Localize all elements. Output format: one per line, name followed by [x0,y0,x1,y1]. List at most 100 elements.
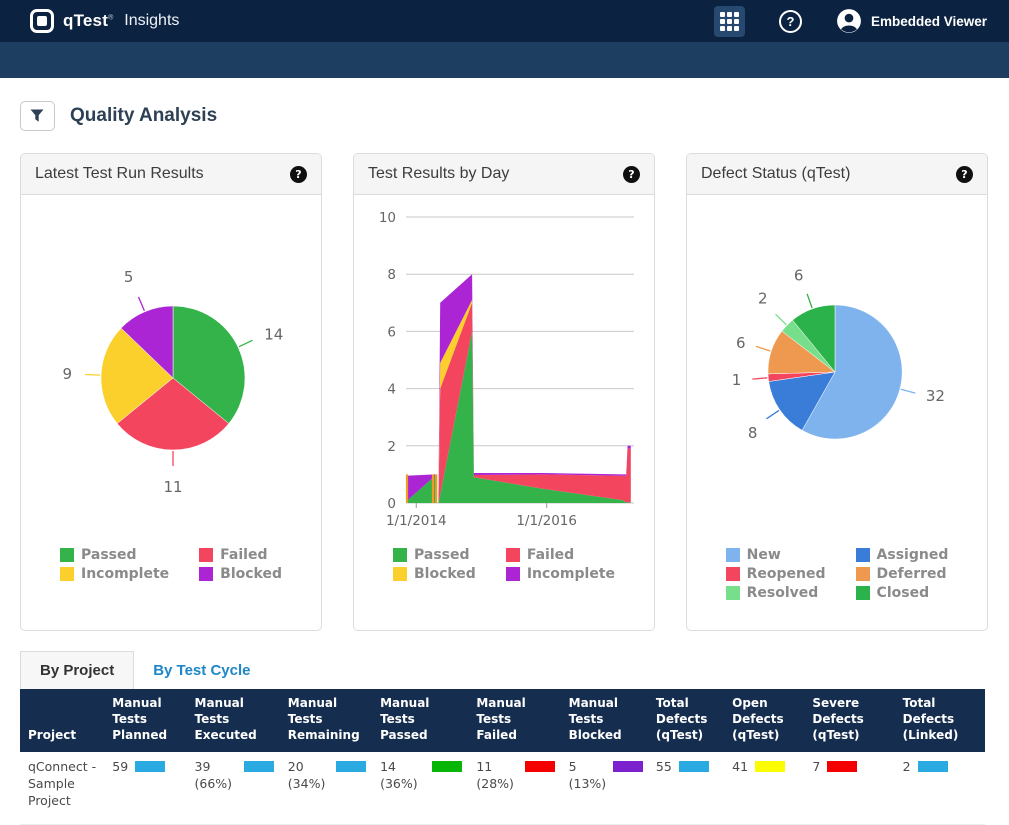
legend-swatch [199,548,213,562]
legend-item-passed[interactable]: Passed [60,547,169,563]
y-axis-tick-label: 4 [387,382,396,398]
metric-cell: 41 [724,752,804,824]
legend-item-passed[interactable]: Passed [393,547,476,563]
top-navbar: qTest® Insights ? Embedded Viewer [0,0,1009,42]
legend-item-deferred[interactable]: Deferred [856,566,949,582]
legend-label: Blocked [220,566,282,582]
pie-label-line [752,378,767,379]
pie-data-label: 6 [736,334,746,352]
qtest-logo[interactable]: qTest® Insights [30,9,179,33]
metric-bar [432,761,462,772]
legend-swatch [726,567,740,581]
y-axis-tick-label: 8 [387,268,396,284]
brand-name: qTest® [63,11,113,31]
x-axis-tick-label: 1/1/2014 [386,513,447,529]
pie-data-label: 11 [163,478,182,496]
legend-item-blocked[interactable]: Blocked [393,566,476,582]
metric-value: 2 [903,759,911,776]
legend-label: Blocked [414,566,476,582]
legend-item-incomplete[interactable]: Incomplete [506,566,615,582]
table-header-cell: Manual Tests Passed [372,689,468,752]
metric-value: 59 [112,759,128,776]
user-menu[interactable]: Embedded Viewer [836,8,987,34]
pie-data-label: 1 [732,371,742,389]
pie-chart-latest-results[interactable]: 141195 [21,195,321,547]
legend-label: Deferred [877,566,947,582]
metric-cell: 2 [895,752,985,824]
help-icon[interactable]: ? [779,10,802,33]
apps-grid-icon[interactable] [714,6,745,37]
legend-label: Incomplete [527,566,615,582]
legend-swatch [393,567,407,581]
pie-label-line [807,294,812,308]
project-metrics-table: ProjectManual Tests Planned Manual Tests … [20,689,985,824]
table-header-cell: Manual Tests Remaining [280,689,372,752]
legend-label: Failed [527,547,574,563]
legend-swatch [726,548,740,562]
metric-cell: 59 [104,752,186,824]
legend-item-failed[interactable]: Failed [199,547,282,563]
legend-item-resolved[interactable]: Resolved [726,585,826,601]
card-help-icon[interactable]: ? [956,166,973,183]
legend-swatch [60,548,74,562]
y-axis-tick-label: 0 [387,496,396,512]
pie-data-label: 6 [794,267,804,285]
tab-by-project[interactable]: By Project [20,651,134,689]
metric-cell: 11 (28%) [468,752,560,824]
metric-value: 5 (13%) [569,759,607,793]
pie-chart-defect-status[interactable]: 3281626 [687,195,987,547]
filter-funnel-icon [30,109,45,123]
metric-value: 11 (28%) [476,759,517,793]
avatar-icon [836,8,862,34]
legend-label: Resolved [747,585,819,601]
table-header-cell: Severe Defects (qTest) [804,689,894,752]
legend-item-closed[interactable]: Closed [856,585,949,601]
legend-label: New [747,547,781,563]
card-test-results-by-day: Test Results by Day ? 02468101/1/20141/1… [353,153,655,631]
area-stripe [435,475,437,504]
legend-label: Closed [877,585,930,601]
x-axis-tick-label: 1/1/2016 [516,513,577,529]
metric-cell: 14 (36%) [372,752,468,824]
secondary-navbar [0,42,1009,78]
pie-data-label: 8 [748,425,758,443]
product-name: Insights [124,12,179,30]
legend-swatch [856,567,870,581]
project-name-cell: qConnect - Sample Project [20,752,104,824]
table-header-cell: Manual Tests Planned [104,689,186,752]
metric-cell: 5 (13%) [561,752,648,824]
card-help-icon[interactable]: ? [623,166,640,183]
card-defect-status: Defect Status (qTest) ? 3281626 NewAssig… [686,153,988,631]
legend-item-blocked[interactable]: Blocked [199,566,282,582]
pie-label-line [767,411,779,419]
metric-bar [613,761,643,772]
pie-data-label: 32 [926,387,945,405]
table-row: qConnect - Sample Project5939 (66%)20 (3… [20,752,985,824]
area-chart-results-by-day[interactable]: 02468101/1/20141/1/2016 [354,195,654,547]
chart-legend: Passed Failed Blocked Incomplete [354,547,654,582]
table-header-cell: Total Defects (Linked) [895,689,985,752]
report-tabs: By Project By Test Cycle [20,651,989,689]
legend-item-reopened[interactable]: Reopened [726,566,826,582]
y-axis-tick-label: 10 [379,210,396,226]
pie-label-line [239,341,253,347]
pie-data-label: 5 [124,269,134,287]
legend-item-assigned[interactable]: Assigned [856,547,949,563]
user-name: Embedded Viewer [871,14,987,29]
pie-label-line [756,347,770,352]
legend-item-failed[interactable]: Failed [506,547,615,563]
page-title: Quality Analysis [70,105,217,127]
pie-data-label: 14 [264,326,283,344]
table-header-cell: Project [20,689,104,752]
table-header-cell: Manual Tests Blocked [561,689,648,752]
y-axis-tick-label: 2 [387,439,396,455]
legend-item-new[interactable]: New [726,547,826,563]
legend-item-incomplete[interactable]: Incomplete [60,566,169,582]
dashboard: Quality Analysis Latest Test Run Results… [0,78,1009,825]
tab-by-test-cycle[interactable]: By Test Cycle [134,652,269,689]
card-help-icon[interactable]: ? [290,166,307,183]
qtest-logo-icon [30,9,54,33]
table-header-cell: Total Defects (qTest) [648,689,724,752]
legend-swatch [856,586,870,600]
filter-button[interactable] [20,101,55,131]
